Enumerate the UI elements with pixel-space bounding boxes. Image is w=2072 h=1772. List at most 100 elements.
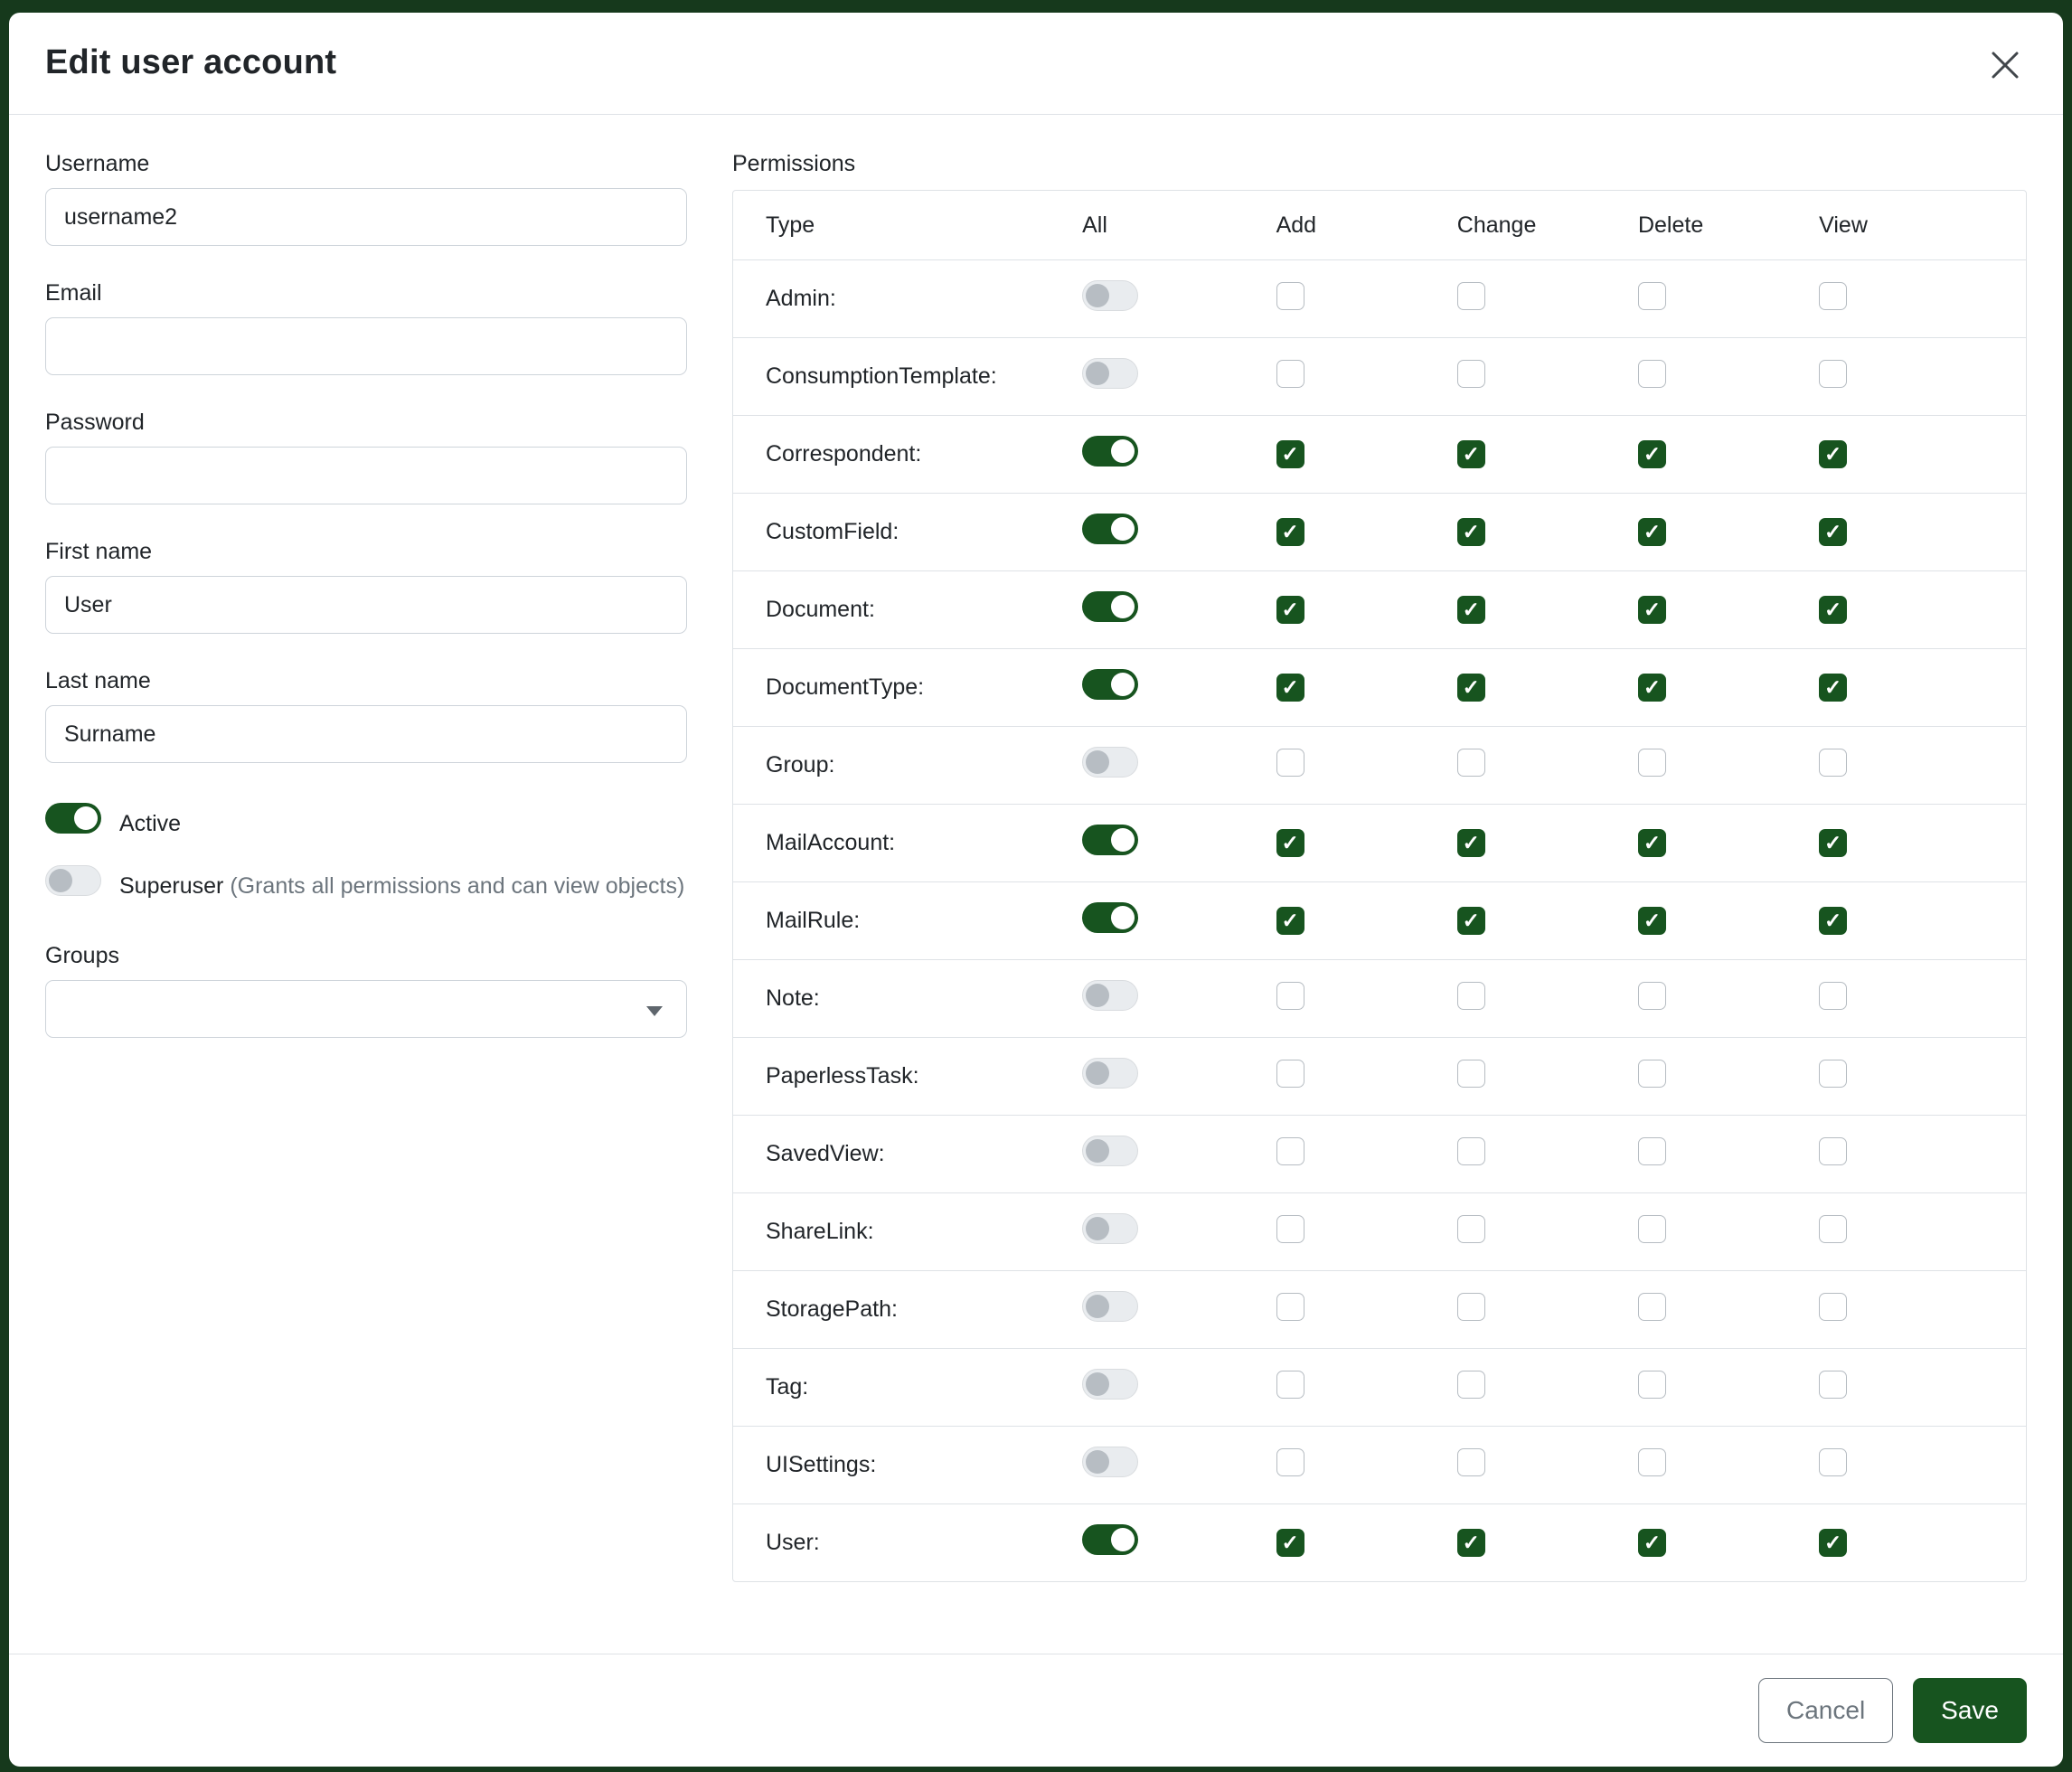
permission-change-checkbox[interactable]: ✓: [1457, 518, 1485, 546]
permission-delete-checkbox[interactable]: ✓: [1638, 674, 1666, 702]
permission-delete-checkbox[interactable]: [1638, 1448, 1666, 1476]
permission-change-checkbox[interactable]: [1457, 1371, 1485, 1399]
permission-change-checkbox[interactable]: [1457, 1215, 1485, 1243]
save-button[interactable]: Save: [1913, 1678, 2027, 1743]
permission-view-checkbox[interactable]: [1819, 1371, 1847, 1399]
permission-delete-checkbox[interactable]: [1638, 1371, 1666, 1399]
permission-view-checkbox[interactable]: ✓: [1819, 440, 1847, 468]
permission-change-checkbox[interactable]: [1457, 982, 1485, 1010]
permission-delete-checkbox[interactable]: [1638, 282, 1666, 310]
first-name-field: First name: [45, 539, 687, 634]
permission-view-checkbox[interactable]: [1819, 1215, 1847, 1243]
permission-add-checkbox[interactable]: [1276, 360, 1304, 388]
permission-all-toggle[interactable]: [1082, 591, 1138, 622]
permission-all-toggle[interactable]: [1082, 1524, 1138, 1555]
permission-all-toggle[interactable]: [1082, 1447, 1138, 1477]
permission-view-checkbox[interactable]: [1819, 360, 1847, 388]
email-input[interactable]: [45, 317, 687, 375]
permission-change-checkbox[interactable]: ✓: [1457, 674, 1485, 702]
permission-view-checkbox[interactable]: [1819, 282, 1847, 310]
permission-change-checkbox[interactable]: ✓: [1457, 907, 1485, 935]
permission-change-checkbox[interactable]: [1457, 1448, 1485, 1476]
permission-change-checkbox[interactable]: [1457, 360, 1485, 388]
permission-all-toggle[interactable]: [1082, 902, 1138, 933]
permission-all-toggle[interactable]: [1082, 280, 1138, 311]
permission-view-checkbox[interactable]: [1819, 749, 1847, 777]
cancel-button[interactable]: Cancel: [1758, 1678, 1893, 1743]
permission-view-checkbox[interactable]: ✓: [1819, 596, 1847, 624]
permission-view-checkbox[interactable]: [1819, 1060, 1847, 1088]
permission-all-toggle[interactable]: [1082, 825, 1138, 855]
permission-all-toggle[interactable]: [1082, 1369, 1138, 1400]
permission-add-checkbox[interactable]: [1276, 282, 1304, 310]
first-name-input[interactable]: [45, 576, 687, 634]
permission-delete-checkbox[interactable]: ✓: [1638, 518, 1666, 546]
permission-all-toggle[interactable]: [1082, 1291, 1138, 1322]
permission-all-toggle[interactable]: [1082, 747, 1138, 778]
permission-all-toggle[interactable]: [1082, 1213, 1138, 1244]
permission-view-checkbox[interactable]: [1819, 1137, 1847, 1165]
permission-view-checkbox[interactable]: ✓: [1819, 1529, 1847, 1557]
permission-change-checkbox[interactable]: [1457, 282, 1485, 310]
permission-view-checkbox[interactable]: [1819, 982, 1847, 1010]
permission-change-checkbox[interactable]: ✓: [1457, 829, 1485, 857]
superuser-toggle[interactable]: [45, 865, 101, 896]
permission-add-checkbox[interactable]: [1276, 1371, 1304, 1399]
permission-view-checkbox[interactable]: [1819, 1293, 1847, 1321]
permission-add-checkbox[interactable]: ✓: [1276, 596, 1304, 624]
permission-add-checkbox[interactable]: [1276, 982, 1304, 1010]
permission-add-checkbox[interactable]: [1276, 749, 1304, 777]
permission-change-checkbox[interactable]: ✓: [1457, 1529, 1485, 1557]
permission-delete-checkbox[interactable]: [1638, 360, 1666, 388]
permission-delete-checkbox[interactable]: [1638, 1215, 1666, 1243]
permission-delete-checkbox[interactable]: [1638, 749, 1666, 777]
permission-delete-checkbox[interactable]: [1638, 1293, 1666, 1321]
permission-all-toggle[interactable]: [1082, 1058, 1138, 1089]
permission-view-checkbox[interactable]: [1819, 1448, 1847, 1476]
permission-change-checkbox[interactable]: [1457, 1293, 1485, 1321]
permission-add-checkbox[interactable]: ✓: [1276, 829, 1304, 857]
permission-all-toggle[interactable]: [1082, 1136, 1138, 1166]
permission-delete-checkbox[interactable]: [1638, 982, 1666, 1010]
permission-add-checkbox[interactable]: ✓: [1276, 674, 1304, 702]
permission-delete-checkbox[interactable]: [1638, 1137, 1666, 1165]
active-toggle[interactable]: [45, 803, 101, 834]
permission-delete-checkbox[interactable]: ✓: [1638, 440, 1666, 468]
close-button[interactable]: [1983, 43, 2027, 87]
groups-select[interactable]: [45, 980, 687, 1038]
permission-add-checkbox[interactable]: [1276, 1293, 1304, 1321]
permission-add-checkbox[interactable]: ✓: [1276, 518, 1304, 546]
permission-delete-checkbox[interactable]: ✓: [1638, 596, 1666, 624]
permission-all-toggle[interactable]: [1082, 358, 1138, 389]
last-name-input[interactable]: [45, 705, 687, 763]
email-field: Email: [45, 280, 687, 375]
permission-delete-checkbox[interactable]: ✓: [1638, 907, 1666, 935]
permissions-header-row: TypeAllAddChangeDeleteView: [733, 191, 2026, 259]
permission-add-checkbox[interactable]: ✓: [1276, 440, 1304, 468]
permission-add-checkbox[interactable]: ✓: [1276, 1529, 1304, 1557]
permission-add-checkbox[interactable]: [1276, 1215, 1304, 1243]
username-input[interactable]: [45, 188, 687, 246]
permission-change-checkbox[interactable]: ✓: [1457, 596, 1485, 624]
permission-add-checkbox[interactable]: [1276, 1448, 1304, 1476]
permission-delete-checkbox[interactable]: ✓: [1638, 1529, 1666, 1557]
permission-view-checkbox[interactable]: ✓: [1819, 518, 1847, 546]
permission-add-checkbox[interactable]: [1276, 1137, 1304, 1165]
permission-view-checkbox[interactable]: ✓: [1819, 907, 1847, 935]
permission-all-toggle[interactable]: [1082, 669, 1138, 700]
permission-view-checkbox[interactable]: ✓: [1819, 829, 1847, 857]
permission-add-checkbox[interactable]: [1276, 1060, 1304, 1088]
permission-view-checkbox[interactable]: ✓: [1819, 674, 1847, 702]
permission-change-checkbox[interactable]: [1457, 1060, 1485, 1088]
permission-add-checkbox[interactable]: ✓: [1276, 907, 1304, 935]
permission-change-checkbox[interactable]: [1457, 1137, 1485, 1165]
permission-all-toggle[interactable]: [1082, 436, 1138, 467]
permission-change-checkbox[interactable]: [1457, 749, 1485, 777]
permission-delete-checkbox[interactable]: ✓: [1638, 829, 1666, 857]
permission-change-checkbox[interactable]: ✓: [1457, 440, 1485, 468]
permission-all-toggle[interactable]: [1082, 980, 1138, 1011]
permission-all-toggle[interactable]: [1082, 514, 1138, 544]
permission-delete-checkbox[interactable]: [1638, 1060, 1666, 1088]
password-input[interactable]: [45, 447, 687, 504]
check-icon: ✓: [1643, 444, 1661, 465]
